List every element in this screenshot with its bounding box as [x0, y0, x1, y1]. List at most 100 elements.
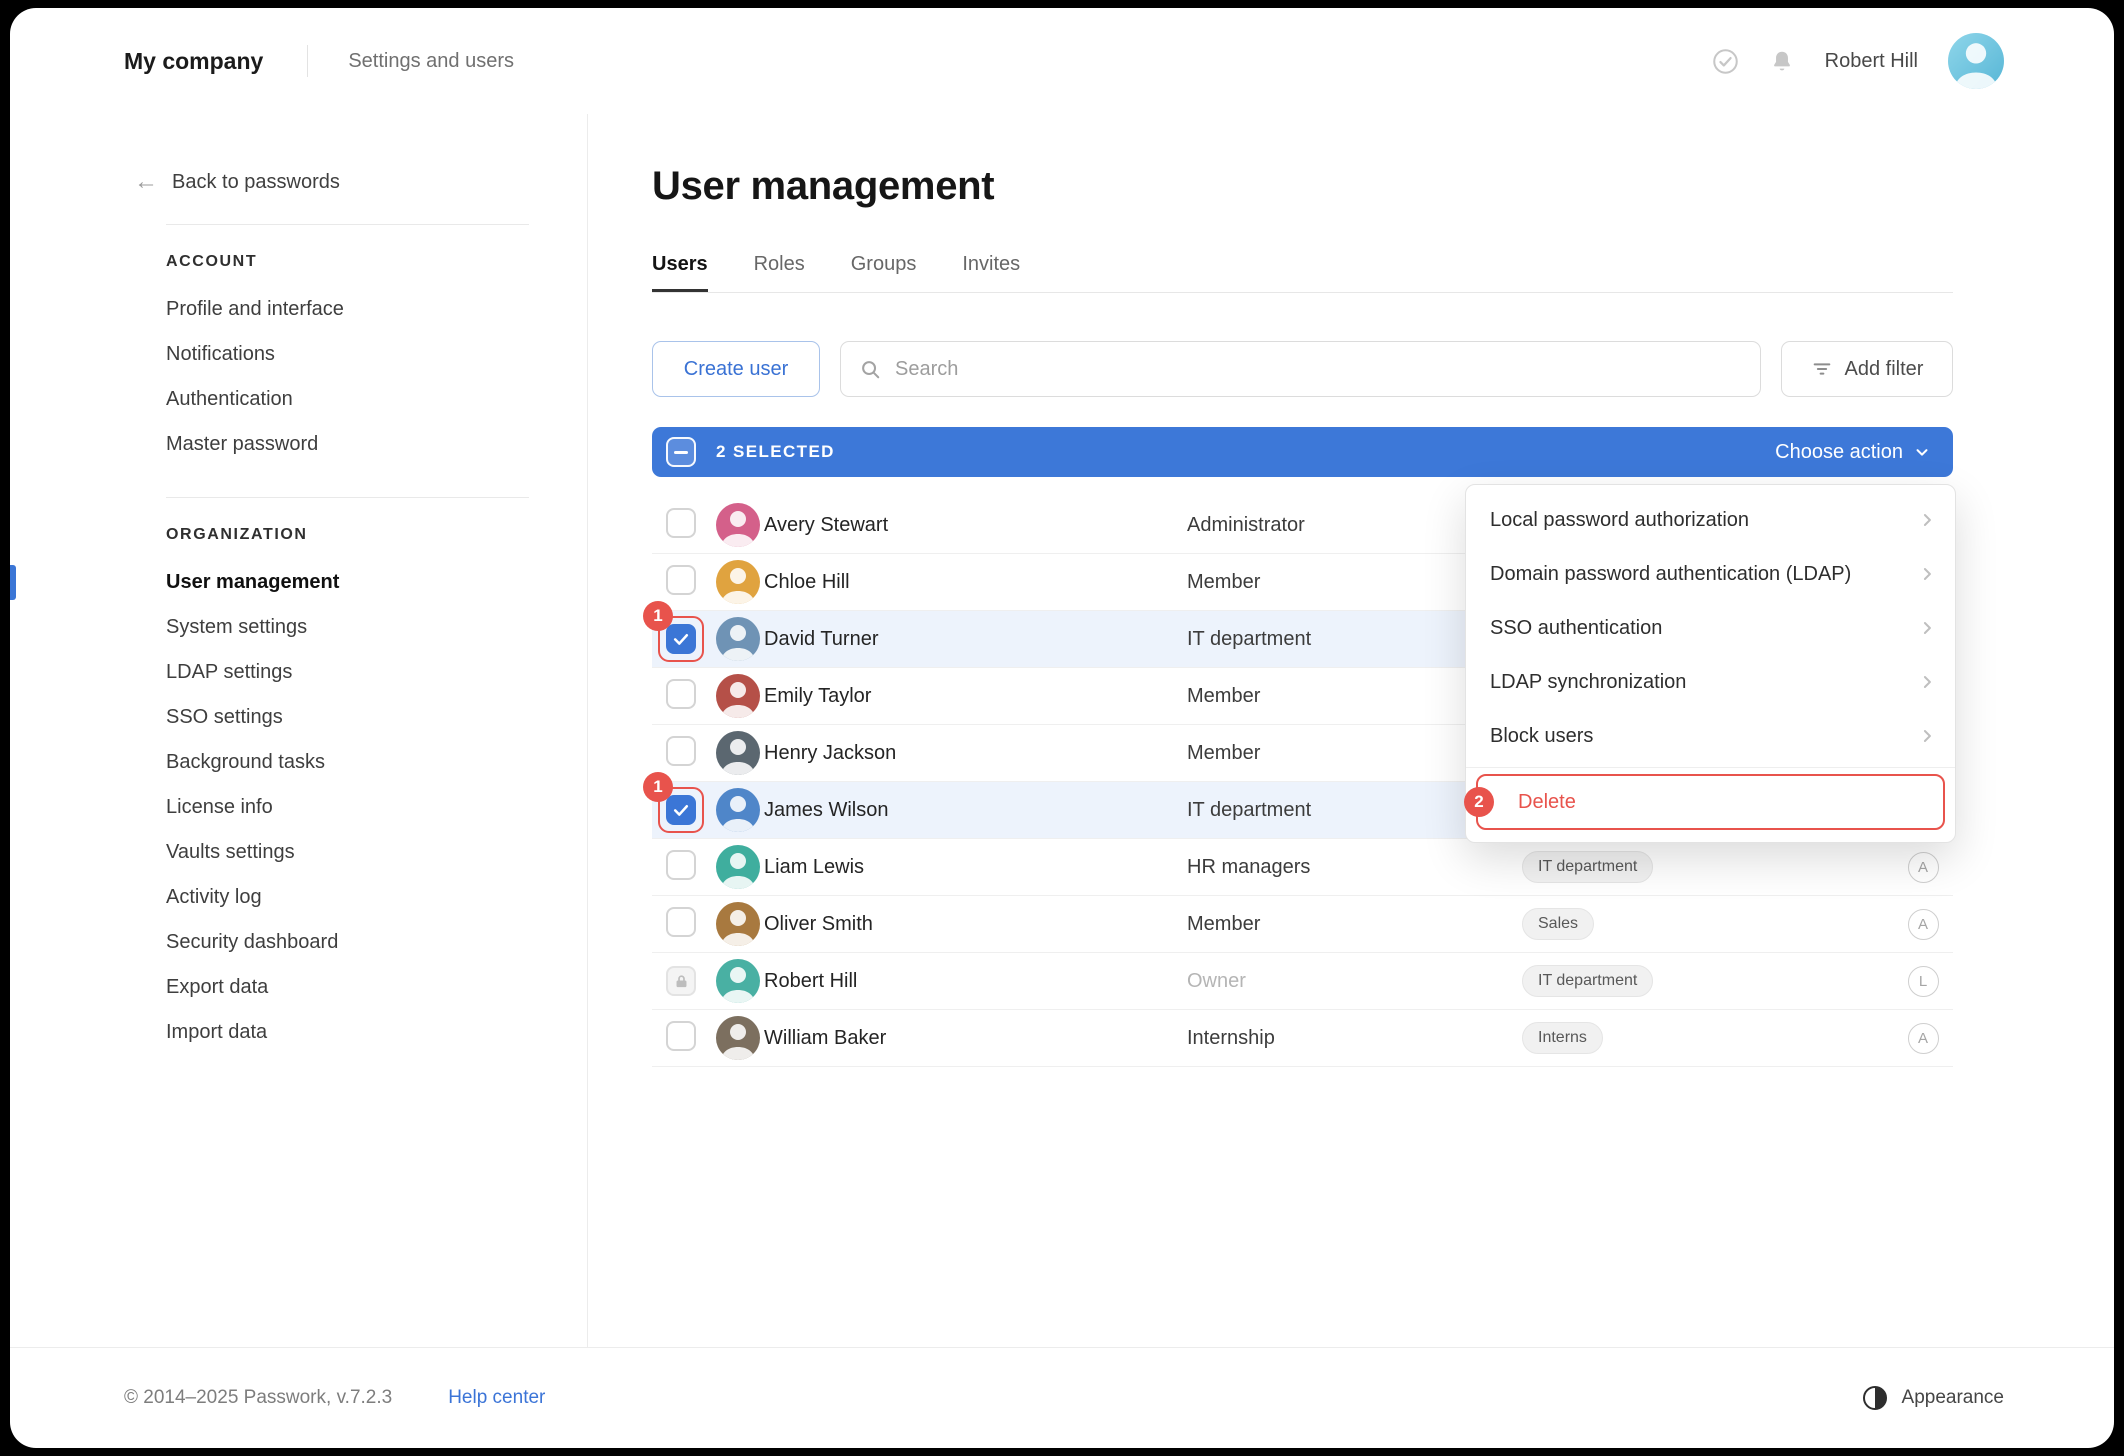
- topbar-user-name[interactable]: Robert Hill: [1825, 50, 1918, 73]
- sidebar-item-background-tasks[interactable]: Background tasks: [10, 740, 587, 785]
- search-input[interactable]: [893, 357, 1742, 382]
- sidebar-item-notifications[interactable]: Notifications: [10, 332, 587, 377]
- row-checkbox[interactable]: [666, 679, 696, 709]
- checkbox-cell: [652, 565, 706, 600]
- group-tag-cell: IT department: [1522, 851, 1893, 883]
- avatar: [716, 845, 760, 889]
- notifications-bell-icon[interactable]: [1769, 48, 1795, 74]
- sidebar-item-user-management[interactable]: User management: [10, 560, 587, 605]
- sidebar-item-system-settings[interactable]: System settings: [10, 605, 587, 650]
- choose-action-label: Choose action: [1775, 441, 1903, 464]
- checkbox-cell: [652, 850, 706, 885]
- menu-item-label: LDAP synchronization: [1490, 671, 1686, 694]
- auth-type-badge: A: [1908, 909, 1939, 940]
- user-name: Chloe Hill: [764, 571, 1187, 594]
- sidebar-item-license-info[interactable]: License info: [10, 785, 587, 830]
- sidebar-item-sso-settings[interactable]: SSO settings: [10, 695, 587, 740]
- avatar-person-icon: [716, 788, 760, 832]
- check-circle-icon[interactable]: [1712, 48, 1739, 75]
- avatar-person-icon: [1948, 33, 2004, 89]
- avatar-cell: [706, 503, 764, 547]
- chevron-right-icon: [1917, 564, 1937, 584]
- search-box[interactable]: [840, 341, 1761, 397]
- add-filter-button[interactable]: Add filter: [1781, 341, 1953, 397]
- sidebar-item-export-data[interactable]: Export data: [10, 965, 587, 1010]
- topbar-avatar[interactable]: [1948, 33, 2004, 89]
- group-tag-cell: Sales: [1522, 908, 1893, 940]
- tabs-bar: Users Roles Groups Invites: [652, 253, 1953, 293]
- sidebar-item-authentication[interactable]: Authentication: [10, 377, 587, 422]
- tab-users[interactable]: Users: [652, 253, 708, 292]
- choose-action-button[interactable]: Choose action: [1775, 441, 1931, 464]
- menu-item-label: Local password authorization: [1490, 509, 1749, 532]
- avatar-cell: [706, 788, 764, 832]
- menu-item-domain-password-authentication-ldap[interactable]: Domain password authentication (LDAP): [1466, 547, 1955, 601]
- tab-groups[interactable]: Groups: [851, 253, 917, 292]
- chevron-right-icon: [1917, 618, 1937, 638]
- table-row-william-baker[interactable]: William BakerInternshipInternsA: [652, 1010, 1953, 1067]
- auth-type-cell: L: [1893, 966, 1953, 997]
- appearance-toggle[interactable]: Appearance: [1862, 1385, 2004, 1411]
- sidebar-item-profile-and-interface[interactable]: Profile and interface: [10, 287, 587, 332]
- row-checkbox[interactable]: [666, 565, 696, 595]
- help-center-link[interactable]: Help center: [448, 1387, 545, 1409]
- checkbox-cell: [652, 679, 706, 714]
- avatar: [716, 617, 760, 661]
- row-checkbox[interactable]: [666, 1021, 696, 1051]
- sidebar-item-activity-log[interactable]: Activity log: [10, 875, 587, 920]
- row-checkbox[interactable]: [666, 850, 696, 880]
- select-all-checkbox[interactable]: [666, 437, 696, 467]
- user-name: Emily Taylor: [764, 685, 1187, 708]
- avatar: [716, 674, 760, 718]
- avatar-cell: [706, 902, 764, 946]
- sidebar-section-label: ORGANIZATION: [10, 526, 587, 544]
- user-role: Member: [1187, 913, 1522, 936]
- menu-item-delete[interactable]: Delete: [1518, 791, 1576, 814]
- user-name: Robert Hill: [764, 970, 1187, 993]
- sidebar-item-vaults-settings[interactable]: Vaults settings: [10, 830, 587, 875]
- sidebar-item-security-dashboard[interactable]: Security dashboard: [10, 920, 587, 965]
- tab-invites[interactable]: Invites: [962, 253, 1020, 292]
- menu-item-local-password-authorization[interactable]: Local password authorization: [1466, 493, 1955, 547]
- sidebar-item-import-data[interactable]: Import data: [10, 1010, 587, 1055]
- row-checkbox[interactable]: [666, 907, 696, 937]
- create-user-button[interactable]: Create user: [652, 341, 820, 397]
- table-row-oliver-smith[interactable]: Oliver SmithMemberSalesA: [652, 896, 1953, 953]
- row-checkbox[interactable]: [666, 624, 696, 654]
- menu-item-ldap-synchronization[interactable]: LDAP synchronization: [1466, 655, 1955, 709]
- check-icon: [671, 629, 691, 649]
- selection-bar: 2 SELECTED Choose action: [652, 427, 1953, 477]
- footer: © 2014–2025 Passwork, v.7.2.3 Help cente…: [10, 1348, 2114, 1448]
- selected-count-label: 2 SELECTED: [716, 442, 835, 462]
- menu-item-block-users[interactable]: Block users: [1466, 709, 1955, 763]
- delete-annotation-box: 2 Delete: [1476, 774, 1945, 830]
- avatar: [716, 503, 760, 547]
- avatar-person-icon: [716, 902, 760, 946]
- checkbox-cell: [652, 1021, 706, 1056]
- user-name: Liam Lewis: [764, 856, 1187, 879]
- row-checkbox[interactable]: [666, 736, 696, 766]
- step-badge-1: 1: [643, 601, 673, 631]
- back-to-passwords-link[interactable]: ← Back to passwords: [10, 170, 587, 194]
- checkbox-cell: [652, 966, 706, 996]
- sidebar-item-ldap-settings[interactable]: LDAP settings: [10, 650, 587, 695]
- group-tag: IT department: [1522, 851, 1653, 883]
- actions-dropdown-menu: Local password authorization Domain passw…: [1465, 484, 1956, 843]
- sidebar-item-master-password[interactable]: Master password: [10, 422, 587, 467]
- content-area: ← Back to passwords ACCOUNTProfile and i…: [10, 114, 2114, 1348]
- search-icon: [859, 358, 881, 380]
- auth-type-badge: A: [1908, 852, 1939, 883]
- table-row-liam-lewis[interactable]: Liam LewisHR managersIT departmentA: [652, 839, 1953, 896]
- user-role: Owner: [1187, 970, 1522, 993]
- user-role: Internship: [1187, 1027, 1522, 1050]
- company-name: My company: [124, 48, 263, 75]
- row-checkbox[interactable]: [666, 795, 696, 825]
- menu-item-sso-authentication[interactable]: SSO authentication: [1466, 601, 1955, 655]
- avatar-person-icon: [716, 617, 760, 661]
- tab-roles[interactable]: Roles: [754, 253, 805, 292]
- menu-item-label: SSO authentication: [1490, 617, 1662, 640]
- row-checkbox[interactable]: [666, 508, 696, 538]
- table-row-robert-hill[interactable]: Robert HillOwnerIT departmentL: [652, 953, 1953, 1010]
- group-tag-cell: Interns: [1522, 1022, 1893, 1054]
- avatar: [716, 560, 760, 604]
